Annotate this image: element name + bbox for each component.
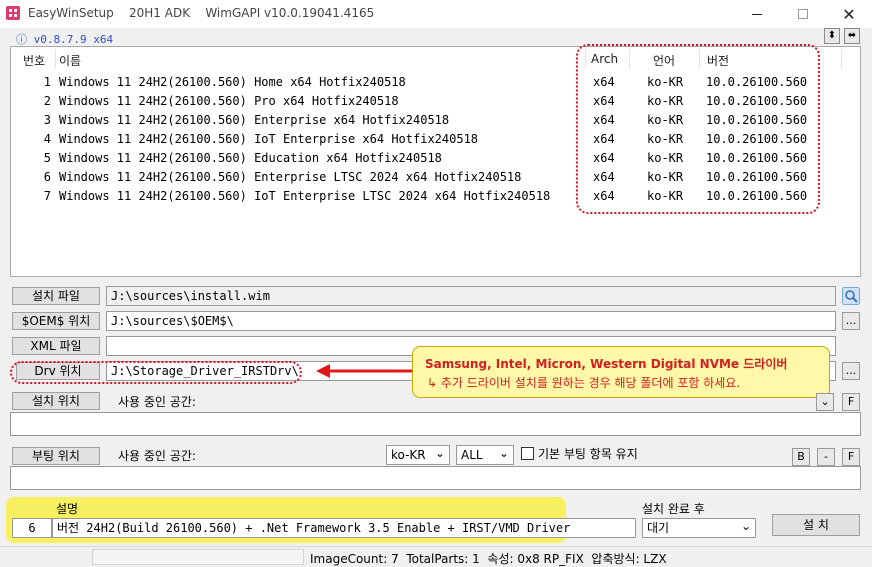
callout-line-2: ↳ 추가 드라이버 설치를 원하는 경우 해당 폴더에 포함 하세요. bbox=[427, 376, 741, 390]
boot-language-select[interactable]: ko-KR bbox=[386, 444, 450, 465]
row-name: Windows 11 24H2(26100.560) Enterprise LT… bbox=[59, 170, 522, 184]
updown-icon: ⬍ bbox=[827, 30, 837, 41]
row-name: Windows 11 24H2(26100.560) IoT Enterpris… bbox=[59, 189, 551, 203]
install-location-box[interactable] bbox=[10, 412, 861, 436]
row-num: 3 bbox=[43, 113, 51, 127]
install-location-button[interactable]: 설치 위치 bbox=[12, 392, 100, 410]
xml-file-button[interactable]: XML 파일 bbox=[12, 337, 100, 355]
leftright-toggle-button[interactable]: ⬌ bbox=[844, 28, 860, 44]
boot-location-box[interactable] bbox=[10, 466, 861, 490]
row-name: Windows 11 24H2(26100.560) Education x64… bbox=[59, 151, 442, 165]
minimize-icon bbox=[752, 13, 762, 15]
chevron-down-icon: ⌄ bbox=[820, 395, 830, 408]
callout-note: Samsung, Intel, Micron, Western Digital … bbox=[412, 346, 830, 398]
install-file-field[interactable]: J:\sources\install.wim bbox=[106, 286, 836, 306]
install-used-space-label: 사용 중인 공간: bbox=[118, 395, 196, 409]
description-header: 설명 bbox=[56, 502, 79, 516]
version-label: ⓘ v0.8.7.9 x64 bbox=[16, 33, 114, 46]
close-button[interactable]: ✕ bbox=[826, 0, 872, 28]
after-install-label: 설치 완료 후 bbox=[642, 502, 705, 516]
highlight-oval bbox=[10, 361, 302, 384]
minimize-button[interactable] bbox=[734, 0, 780, 28]
updown-toggle-button[interactable]: ⬍ bbox=[824, 28, 840, 44]
description-index-field[interactable]: 6 bbox=[12, 518, 52, 538]
row-name: Windows 11 24H2(26100.560) IoT Enterpris… bbox=[59, 132, 479, 146]
title-bar: EasyWinSetup 20H1 ADK WimGAPI v10.0.1904… bbox=[0, 0, 872, 28]
search-icon bbox=[842, 287, 860, 305]
close-icon: ✕ bbox=[842, 4, 856, 24]
status-bar: ImageCount: 7 TotalParts: 1 속성: 0x8 RP_F… bbox=[0, 546, 872, 567]
oem-location-field[interactable]: J:\sources\$OEM$\ bbox=[106, 311, 836, 331]
column-header-name[interactable]: 이름 bbox=[59, 52, 81, 69]
after-install-select[interactable]: 대기 bbox=[642, 517, 756, 538]
window-title: EasyWinSetup 20H1 ADK WimGAPI v10.0.1904… bbox=[28, 6, 375, 20]
maximize-icon bbox=[798, 9, 808, 19]
drv-browse-button[interactable]: ... bbox=[842, 362, 860, 380]
row-num: 4 bbox=[43, 132, 51, 146]
column-separator bbox=[841, 49, 842, 69]
install-button[interactable]: 설 치 bbox=[772, 514, 860, 536]
oem-browse-button[interactable]: ... bbox=[842, 312, 860, 330]
leftright-icon: ⬌ bbox=[847, 30, 857, 41]
row-num: 2 bbox=[43, 94, 51, 108]
red-arrow-icon bbox=[316, 364, 412, 378]
app-icon bbox=[6, 6, 20, 20]
maximize-button[interactable] bbox=[780, 0, 826, 28]
install-dropdown-button[interactable]: ⌄ bbox=[816, 393, 834, 411]
row-name: Windows 11 24H2(26100.560) Enterprise x6… bbox=[59, 113, 450, 127]
oem-location-button[interactable]: $OEM$ 위치 bbox=[12, 312, 100, 330]
callout-line-1: Samsung, Intel, Micron, Western Digital … bbox=[425, 357, 788, 371]
keep-boot-entry-checkbox[interactable] bbox=[521, 447, 534, 460]
install-f-button[interactable]: F bbox=[842, 393, 860, 411]
boot-scope-select[interactable]: ALL bbox=[456, 444, 514, 465]
boot-location-button[interactable]: 부팅 위치 bbox=[12, 447, 100, 465]
progress-bar bbox=[92, 549, 304, 565]
boot-f-button[interactable]: F bbox=[842, 448, 860, 466]
highlight-box bbox=[576, 44, 820, 214]
row-num: 5 bbox=[43, 151, 51, 165]
status-text: ImageCount: 7 TotalParts: 1 속성: 0x8 RP_F… bbox=[310, 552, 667, 566]
row-num: 1 bbox=[43, 75, 51, 89]
boot-used-space-label: 사용 중인 공간: bbox=[118, 449, 196, 463]
row-num: 6 bbox=[43, 170, 51, 184]
row-num: 7 bbox=[43, 189, 51, 203]
boot-b-button[interactable]: B bbox=[792, 448, 810, 466]
boot-minus-button[interactable]: - bbox=[817, 448, 835, 466]
description-text-field[interactable]: 버전 24H2(Build 26100.560) + .Net Framewor… bbox=[52, 518, 636, 538]
column-header-num[interactable]: 번호 bbox=[23, 52, 45, 69]
search-button[interactable] bbox=[842, 287, 860, 305]
row-name: Windows 11 24H2(26100.560) Pro x64 Hotfi… bbox=[59, 94, 399, 108]
keep-boot-entry-label: 기본 부팅 항목 유지 bbox=[538, 447, 638, 461]
row-name: Windows 11 24H2(26100.560) Home x64 Hotf… bbox=[59, 75, 406, 89]
column-separator bbox=[55, 49, 56, 69]
install-file-button[interactable]: 설치 파일 bbox=[12, 287, 100, 305]
